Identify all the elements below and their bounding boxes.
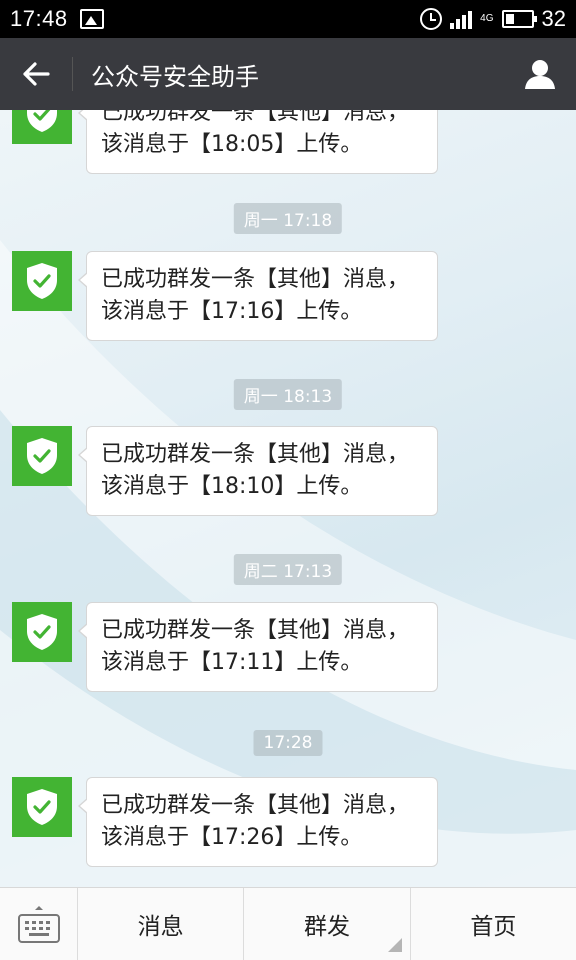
signal-icon [450, 9, 473, 29]
image-notification-icon [79, 9, 104, 29]
avatar[interactable] [12, 777, 72, 837]
message-bubble[interactable]: 已成功群发一条【其他】消息，该消息于【18:05】上传。 [78, 110, 438, 174]
keyboard-toggle-button[interactable] [0, 888, 78, 960]
status-icons: 4G 32 [420, 6, 566, 32]
submenu-indicator-icon [387, 938, 402, 952]
message-bubble[interactable]: 已成功群发一条【其他】消息，该消息于【17:16】上传。 [78, 251, 438, 341]
message-bubble[interactable]: 已成功群发一条【其他】消息，该消息于【17:11】上传。 [78, 602, 438, 692]
keyboard-icon [17, 906, 60, 943]
menu-tab-broadcast[interactable]: 群发 [244, 888, 411, 960]
shield-check-icon [27, 614, 57, 650]
battery-level: 32 [541, 6, 566, 31]
message-row: 已成功群发一条【其他】消息，该消息于【17:16】上传。 [12, 251, 442, 341]
status-time: 17:48 [10, 6, 68, 31]
timestamp: 周一 17:18 [233, 203, 343, 234]
alarm-icon [420, 8, 443, 30]
timestamp: 周一 18:13 [233, 379, 343, 410]
avatar[interactable] [12, 251, 72, 311]
message-bubble[interactable]: 已成功群发一条【其他】消息，该消息于【17:26】上传。 [78, 777, 438, 867]
status-bar: 17:48 4G 32 [0, 0, 576, 38]
back-button[interactable] [0, 38, 72, 110]
timestamp: 周二 17:13 [233, 554, 343, 585]
message-bubble[interactable]: 已成功群发一条【其他】消息，该消息于【18:10】上传。 [78, 426, 438, 516]
network-type-label: 4G [480, 13, 494, 24]
shield-check-icon [27, 263, 57, 299]
timestamp: 17:28 [253, 730, 323, 756]
avatar[interactable] [12, 426, 72, 486]
user-icon [525, 60, 555, 89]
battery-icon [501, 10, 537, 28]
message-row: 已成功群发一条【其他】消息，该消息于【18:10】上传。 [12, 426, 442, 516]
menu-tab-messages[interactable]: 消息 [78, 888, 245, 960]
shield-check-icon [27, 438, 57, 474]
message-row: 已成功群发一条【其他】消息，该消息于【17:26】上传。 [12, 777, 442, 867]
menu-tab-home[interactable]: 首页 [411, 888, 576, 960]
shield-check-icon [27, 789, 57, 825]
menu-tab-label: 消息 [137, 914, 184, 940]
avatar[interactable] [12, 110, 72, 144]
menu-tab-label: 群发 [303, 914, 350, 940]
bottom-menu-bar: 消息 群发 首页 [0, 887, 576, 960]
profile-button[interactable] [504, 38, 576, 110]
avatar[interactable] [12, 602, 72, 662]
shield-check-icon [27, 110, 57, 132]
menu-tab-label: 首页 [470, 914, 517, 940]
chat-area[interactable]: 已成功群发一条【其他】消息，该消息于【18:05】上传。 周一 17:18 已成… [0, 110, 576, 887]
chat-header: 公众号安全助手 [0, 38, 576, 110]
header-divider [72, 57, 73, 91]
arrow-left-icon [23, 62, 50, 86]
message-row: 已成功群发一条【其他】消息，该消息于【18:05】上传。 [12, 110, 442, 174]
message-row: 已成功群发一条【其他】消息，该消息于【17:11】上传。 [12, 602, 442, 692]
page-title: 公众号安全助手 [91, 62, 259, 91]
